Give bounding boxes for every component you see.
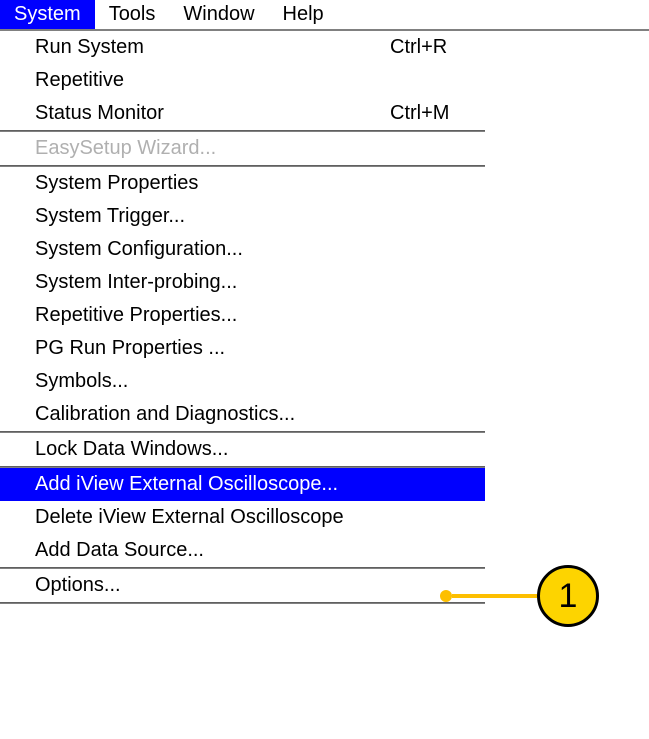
menu-item-status-monitor[interactable]: Status Monitor Ctrl+M bbox=[0, 97, 485, 130]
menu-item-system-inter-probing[interactable]: System Inter-probing... bbox=[0, 266, 485, 299]
menubar: System Tools Window Help bbox=[0, 0, 649, 31]
menu-item-shortcut: Ctrl+R bbox=[390, 36, 485, 59]
menu-item-repetitive-properties[interactable]: Repetitive Properties... bbox=[0, 299, 485, 332]
menu-item-label: Run System bbox=[35, 36, 390, 59]
callout-annotation: 1 bbox=[440, 565, 599, 627]
menu-item-repetitive[interactable]: Repetitive bbox=[0, 64, 485, 97]
callout-line-icon bbox=[452, 594, 537, 598]
menu-item-label: Repetitive bbox=[35, 69, 390, 92]
callout-number-badge: 1 bbox=[537, 565, 599, 627]
menu-item-label: System Inter-probing... bbox=[35, 271, 485, 294]
menu-item-shortcut: Ctrl+M bbox=[390, 102, 485, 125]
menu-item-system-trigger[interactable]: System Trigger... bbox=[0, 200, 485, 233]
menu-item-label: Status Monitor bbox=[35, 102, 390, 125]
menu-item-label: System Configuration... bbox=[35, 238, 485, 261]
menu-item-label: Lock Data Windows... bbox=[35, 438, 485, 461]
menu-item-options[interactable]: Options... bbox=[0, 569, 485, 602]
menu-item-label: Add iView External Oscilloscope... bbox=[35, 473, 485, 496]
menu-item-delete-iview-oscilloscope[interactable]: Delete iView External Oscilloscope bbox=[0, 501, 485, 534]
menu-item-calibration-diagnostics[interactable]: Calibration and Diagnostics... bbox=[0, 398, 485, 431]
menu-item-label: EasySetup Wizard... bbox=[35, 137, 485, 160]
callout-dot-icon bbox=[440, 590, 452, 602]
menu-item-label: PG Run Properties ... bbox=[35, 337, 485, 360]
menu-item-add-iview-oscilloscope[interactable]: Add iView External Oscilloscope... bbox=[0, 468, 485, 501]
menubar-item-window[interactable]: Window bbox=[169, 0, 268, 29]
menu-item-label: Delete iView External Oscilloscope bbox=[35, 506, 485, 529]
menu-item-lock-data-windows[interactable]: Lock Data Windows... bbox=[0, 433, 485, 466]
menu-item-label: Add Data Source... bbox=[35, 539, 485, 562]
menu-item-symbols[interactable]: Symbols... bbox=[0, 365, 485, 398]
menubar-item-help[interactable]: Help bbox=[269, 0, 338, 29]
menu-item-label: Symbols... bbox=[35, 370, 485, 393]
menu-item-label: System Trigger... bbox=[35, 205, 485, 228]
menu-item-system-properties[interactable]: System Properties bbox=[0, 167, 485, 200]
menu-item-label: System Properties bbox=[35, 172, 485, 195]
menu-item-label: Repetitive Properties... bbox=[35, 304, 485, 327]
menu-item-easysetup-wizard: EasySetup Wizard... bbox=[0, 132, 485, 165]
menu-separator bbox=[0, 602, 485, 604]
menu-item-run-system[interactable]: Run System Ctrl+R bbox=[0, 31, 485, 64]
system-menu-dropdown: Run System Ctrl+R Repetitive Status Moni… bbox=[0, 31, 485, 604]
menu-item-label: Calibration and Diagnostics... bbox=[35, 403, 485, 426]
menu-item-add-data-source[interactable]: Add Data Source... bbox=[0, 534, 485, 567]
menu-item-label: Options... bbox=[35, 574, 485, 597]
menubar-item-system[interactable]: System bbox=[0, 0, 95, 29]
menu-item-system-configuration[interactable]: System Configuration... bbox=[0, 233, 485, 266]
menu-item-pg-run-properties[interactable]: PG Run Properties ... bbox=[0, 332, 485, 365]
menubar-item-tools[interactable]: Tools bbox=[95, 0, 170, 29]
